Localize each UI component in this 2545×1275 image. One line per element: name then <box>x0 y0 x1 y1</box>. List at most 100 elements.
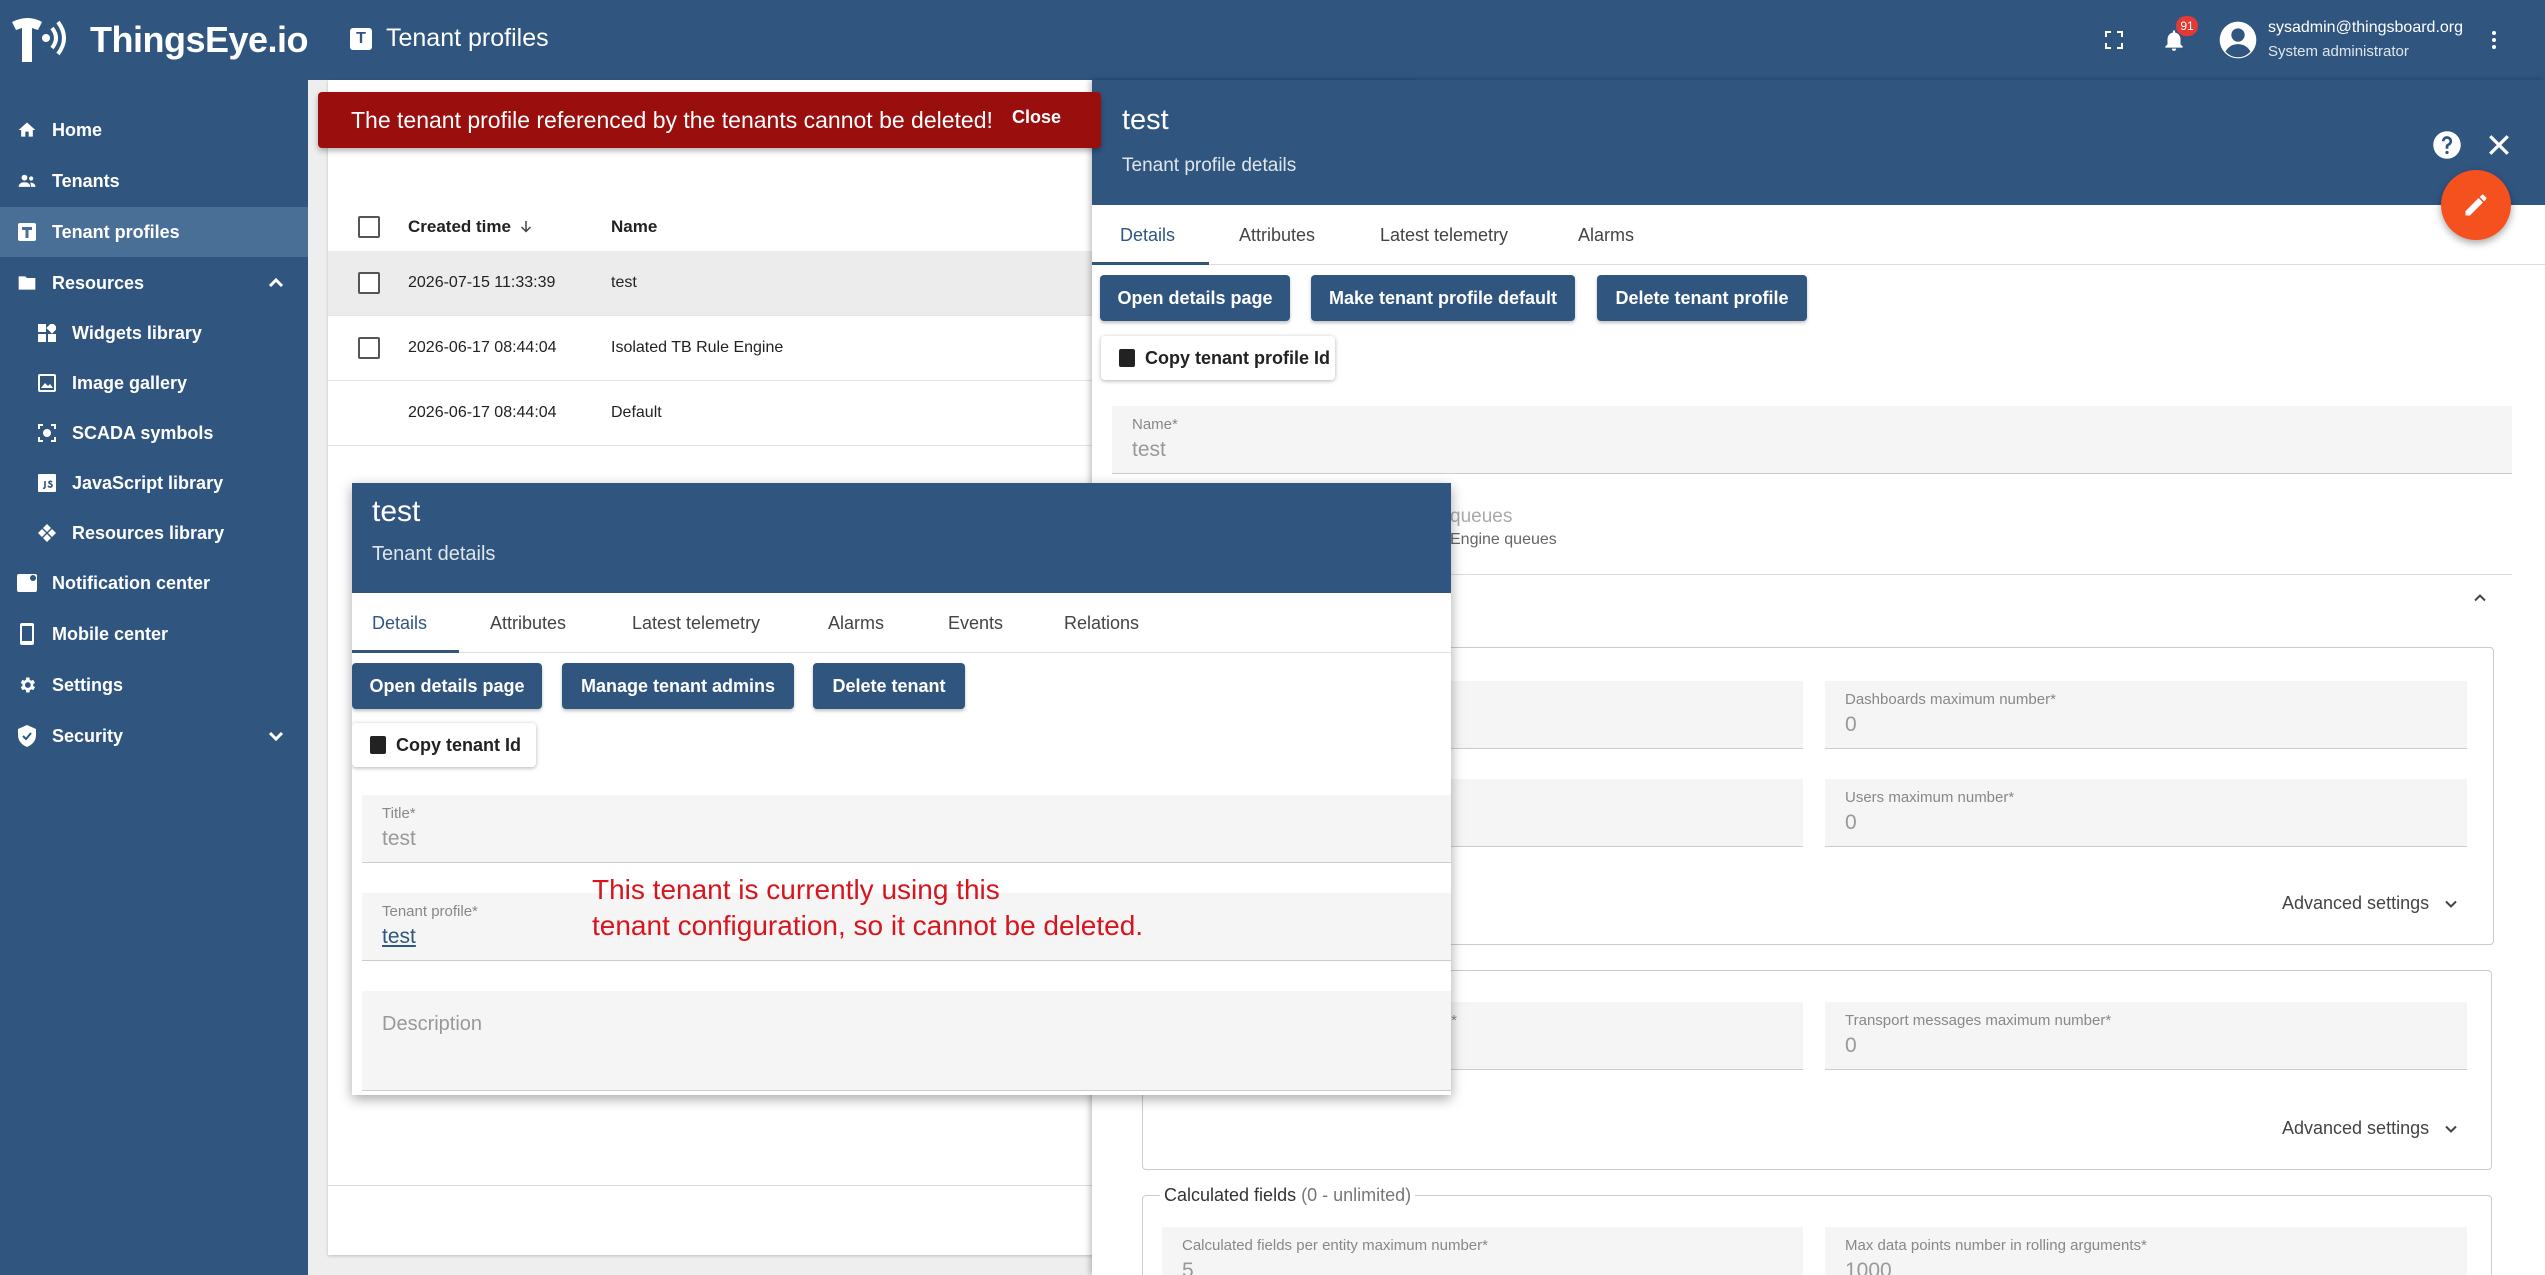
field-value: 0 <box>1845 1034 1857 1057</box>
sidebar-item-label: Mobile center <box>52 623 169 644</box>
row-name: Isolated TB Rule Engine <box>611 339 784 356</box>
transport-messages-max-field[interactable]: Transport messages maximum number* 0 <box>1825 1002 2467 1070</box>
sidebar-item-tenants[interactable]: Tenants <box>0 156 308 206</box>
help-icon[interactable] <box>2432 130 2462 160</box>
advanced-settings-toggle[interactable]: Advanced settings <box>2282 893 2461 914</box>
tab-latest-telemetry[interactable]: Latest telemetry <box>632 593 760 653</box>
sidebar-item-label: Resources library <box>72 522 225 543</box>
tab-attributes[interactable]: Attributes <box>1239 205 1315 265</box>
field-value: 1000 <box>1845 1259 1892 1275</box>
open-details-page-button[interactable]: Open details page <box>352 663 542 709</box>
delete-tenant-button[interactable]: Delete tenant <box>813 663 965 709</box>
user-role: System administrator <box>2268 43 2409 60</box>
user-email: sysadmin@thingsboard.org <box>2268 19 2464 36</box>
brand-logo[interactable]: ThingsEye.io <box>8 12 309 68</box>
error-snackbar: The tenant profile referenced by the ten… <box>318 92 1101 148</box>
tab-attributes[interactable]: Attributes <box>490 593 566 653</box>
tenant-profile-link[interactable]: test <box>382 925 416 949</box>
tab-events[interactable]: Events <box>948 593 1003 653</box>
sidebar-item-label: Resources <box>52 272 145 293</box>
snackbar-close-button[interactable]: Close <box>1012 107 1061 128</box>
image-icon <box>36 372 58 394</box>
field-label: Title* <box>382 805 416 822</box>
dialog-tabs: Details Attributes Latest telemetry Alar… <box>352 593 1451 653</box>
calc-fields-per-entity-field[interactable]: Calculated fields per entity maximum num… <box>1162 1227 1803 1275</box>
page-title-text: Tenant profiles <box>386 24 549 52</box>
profile-name-field[interactable]: Name* test <box>1112 406 2512 474</box>
tab-details[interactable]: Details <box>372 593 427 653</box>
fullscreen-icon[interactable] <box>2096 22 2132 58</box>
chevron-up-icon[interactable] <box>2470 588 2490 613</box>
copy-tenant-profile-id-button[interactable]: Copy tenant profile Id <box>1101 336 1335 380</box>
sidebar-item-label: Notification center <box>52 572 211 593</box>
button-label: Copy tenant profile Id <box>1145 347 1331 368</box>
row-name: test <box>611 274 637 291</box>
sidebar-item-security[interactable]: Security <box>0 711 308 761</box>
close-icon[interactable] <box>2484 130 2514 160</box>
notification-center-icon <box>16 572 38 594</box>
description-field[interactable]: Description <box>362 991 1451 1091</box>
top-bar: ThingsEye.io T Tenant profiles 91 sysadm… <box>0 0 2545 80</box>
isolated-queues-label: queues <box>1450 506 1513 527</box>
dialog-header: test Tenant details <box>352 483 1451 593</box>
account-avatar-icon[interactable] <box>2218 20 2258 60</box>
manage-tenant-admins-button[interactable]: Manage tenant admins <box>562 663 794 709</box>
tenants-icon <box>16 170 38 192</box>
copy-icon <box>1119 349 1135 367</box>
page-title: T Tenant profiles <box>350 24 549 53</box>
scada-icon <box>36 422 58 444</box>
section-hint: (0 - unlimited) <box>1301 1185 1412 1205</box>
chevron-down-icon[interactable] <box>264 724 288 748</box>
edit-fab-button[interactable] <box>2441 170 2511 240</box>
row-created-time: 2026-06-17 08:44:04 <box>408 339 557 356</box>
sidebar-item-image-gallery[interactable]: Image gallery <box>0 358 308 408</box>
button-label: Copy tenant Id <box>396 734 521 755</box>
sidebar-item-tenant-profiles[interactable]: Tenant profiles <box>0 207 308 257</box>
sidebar: Home Tenants Tenant profiles Resources W… <box>0 80 308 1275</box>
advanced-settings-toggle[interactable]: Advanced settings <box>2282 1118 2461 1139</box>
tab-relations[interactable]: Relations <box>1064 593 1139 653</box>
select-all-checkbox[interactable] <box>358 216 380 238</box>
sidebar-item-mobile-center[interactable]: Mobile center <box>0 609 308 659</box>
user-info[interactable]: sysadmin@thingsboard.org System administ… <box>2268 16 2463 64</box>
tab-latest-telemetry[interactable]: Latest telemetry <box>1380 205 1508 265</box>
tenant-title-field[interactable]: Title* test <box>362 795 1451 863</box>
active-tab-indicator <box>1092 262 1209 265</box>
max-rolling-points-field[interactable]: Max data points number in rolling argume… <box>1825 1227 2467 1275</box>
sidebar-item-resources-library[interactable]: Resources library <box>0 508 308 558</box>
dashboards-max-field[interactable]: Dashboards maximum number* 0 <box>1825 681 2467 749</box>
section-title: Calculated fields <box>1164 1185 1297 1205</box>
open-details-page-button[interactable]: Open details page <box>1100 275 1290 321</box>
row-checkbox[interactable] <box>358 272 380 294</box>
field-value: 5 <box>1182 1259 1194 1275</box>
sidebar-item-javascript-library[interactable]: JavaScript library <box>0 458 308 508</box>
more-vert-icon[interactable] <box>2476 22 2512 58</box>
field-label: Users maximum number* <box>1845 789 2015 806</box>
panel-title: test <box>1122 104 1169 136</box>
copy-tenant-id-button[interactable]: Copy tenant Id <box>352 723 536 767</box>
tab-details[interactable]: Details <box>1120 205 1175 265</box>
sidebar-item-resources[interactable]: Resources <box>0 258 308 308</box>
sidebar-item-notification-center[interactable]: Notification center <box>0 558 308 608</box>
delete-tenant-profile-button[interactable]: Delete tenant profile <box>1597 275 1807 321</box>
chevron-up-icon[interactable] <box>264 271 288 295</box>
tab-alarms[interactable]: Alarms <box>1578 205 1634 265</box>
active-tab-indicator <box>352 650 459 653</box>
row-created-time: 2026-06-17 08:44:04 <box>408 404 557 421</box>
sidebar-item-label: Image gallery <box>72 372 188 393</box>
javascript-icon <box>36 472 58 494</box>
sidebar-item-home[interactable]: Home <box>0 105 308 155</box>
field-label: Transport messages maximum number* <box>1845 1012 2112 1029</box>
field-label: Dashboards maximum number* <box>1845 691 2056 708</box>
sidebar-item-settings[interactable]: Settings <box>0 660 308 710</box>
annotation-text: This tenant is currently using this tena… <box>592 872 1143 944</box>
sidebar-item-scada-symbols[interactable]: SCADA symbols <box>0 408 308 458</box>
isolated-queues-hint: Engine queues <box>1450 531 1557 548</box>
row-checkbox[interactable] <box>358 337 380 359</box>
users-max-field[interactable]: Users maximum number* 0 <box>1825 779 2467 847</box>
tab-alarms[interactable]: Alarms <box>828 593 884 653</box>
sidebar-item-widgets-library[interactable]: Widgets library <box>0 308 308 358</box>
sidebar-item-label: JavaScript library <box>72 472 224 493</box>
make-default-button[interactable]: Make tenant profile default <box>1311 275 1575 321</box>
field-value: 0 <box>1845 811 1857 834</box>
